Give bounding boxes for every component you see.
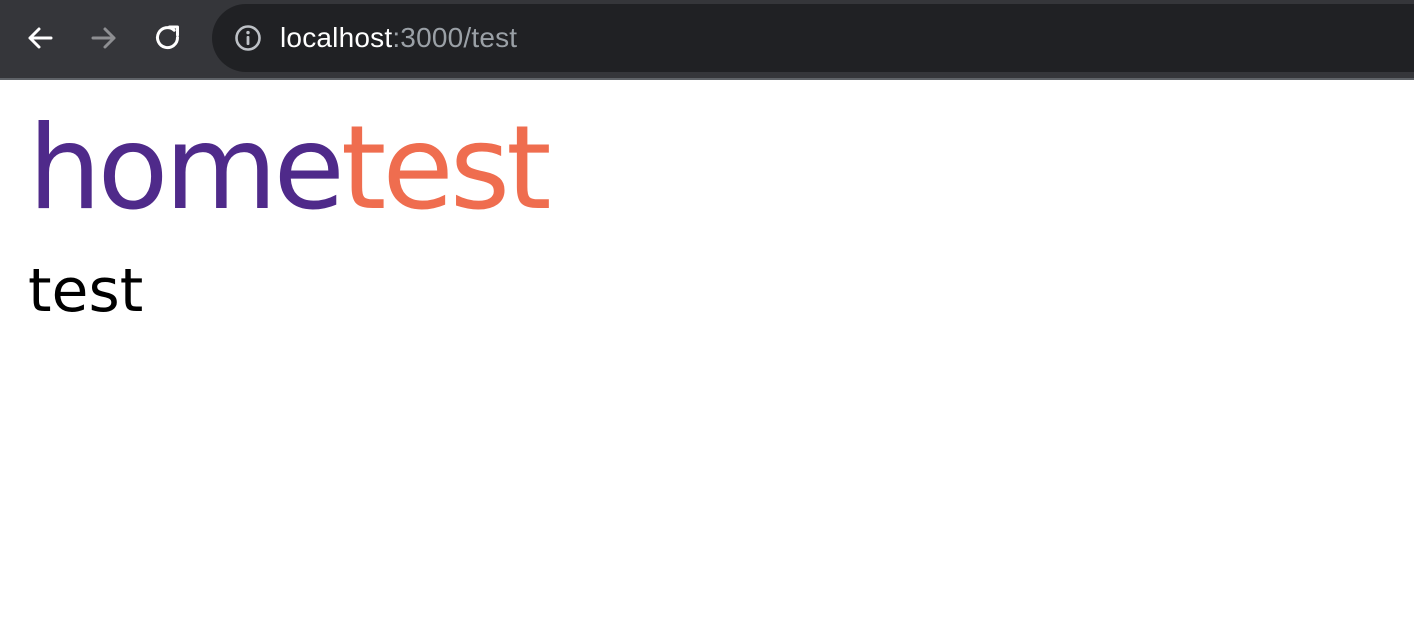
arrow-right-icon xyxy=(91,27,116,49)
url-text[interactable]: localhost:3000/test xyxy=(280,22,517,54)
url-path: :3000/test xyxy=(392,22,518,53)
address-bar[interactable]: localhost:3000/test xyxy=(212,4,1414,72)
forward-button[interactable] xyxy=(82,16,126,60)
heading-part-test: test xyxy=(340,101,552,236)
heading-part-home: home xyxy=(28,101,345,236)
reload-icon xyxy=(156,25,180,50)
browser-toolbar: localhost:3000/test xyxy=(0,0,1414,80)
page-heading: hometest xyxy=(28,101,552,236)
body-text: test xyxy=(28,256,144,326)
url-host: localhost xyxy=(280,22,393,53)
info-circle-icon[interactable] xyxy=(234,24,262,52)
arrow-left-icon xyxy=(28,27,53,49)
back-button[interactable] xyxy=(18,16,62,60)
page-content: hometest test xyxy=(0,82,1414,626)
reload-button[interactable] xyxy=(146,16,190,60)
